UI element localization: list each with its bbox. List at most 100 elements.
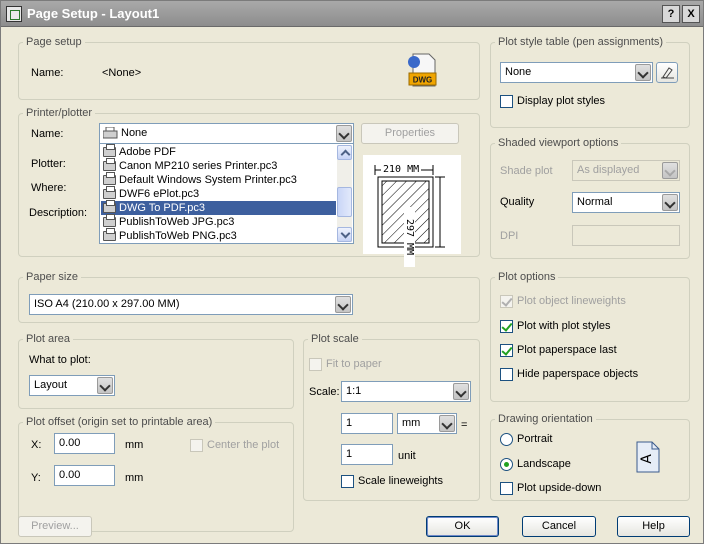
fit-to-paper-label: Fit to paper: [326, 358, 382, 370]
scale-lineweights-label: Scale lineweights: [358, 475, 443, 487]
scale-value: 1:1: [346, 385, 362, 397]
title-bar: Page Setup - Layout1 ? X: [1, 1, 703, 27]
printer-option-6[interactable]: PublishToWeb PNG.pc3: [101, 228, 336, 243]
plot-area-group: [18, 339, 294, 409]
plot-scale-legend: Plot scale: [308, 333, 362, 345]
quality-label: Quality: [500, 196, 535, 208]
shade-plot-dropdown[interactable]: As displayed: [572, 160, 680, 181]
chevron-down-icon[interactable]: [336, 125, 352, 142]
close-titlebar-button[interactable]: X: [682, 5, 700, 23]
edit-plot-style-button[interactable]: [656, 62, 678, 83]
chevron-down-icon[interactable]: [662, 194, 678, 211]
where-label: Where:: [31, 182, 67, 194]
properties-button[interactable]: Properties: [361, 123, 459, 144]
plot-offset-legend: Plot offset (origin set to printable are…: [23, 416, 216, 428]
printer-option-label: PublishToWeb JPG.pc3: [119, 216, 235, 228]
quality-dropdown[interactable]: Normal: [572, 192, 680, 213]
plot-paperspace-last-checkbox[interactable]: [500, 344, 513, 357]
paper-height-label: 297 MM: [404, 207, 415, 267]
printer-option-5[interactable]: PublishToWeb JPG.pc3: [101, 214, 336, 229]
preview-button[interactable]: Preview...: [18, 516, 92, 537]
help-titlebar-button[interactable]: ?: [662, 5, 680, 23]
printer-option-3[interactable]: DWF6 ePlot.pc3: [101, 186, 336, 201]
plot-paperspace-last-label: Plot paperspace last: [517, 344, 617, 356]
scale-unit-dropdown[interactable]: mm: [397, 413, 457, 434]
dpi-input[interactable]: [572, 225, 680, 246]
center-plot-label: Center the plot: [207, 439, 280, 451]
center-plot-checkbox[interactable]: [190, 439, 203, 452]
page-setup-legend: Page setup: [23, 36, 85, 48]
equals-sign: =: [461, 419, 468, 431]
plot-style-dropdown[interactable]: None: [500, 62, 653, 83]
paper-size-legend: Paper size: [23, 271, 81, 283]
page-setup-dialog: Page Setup - Layout1 ? X Page setup Name…: [0, 0, 704, 544]
printer-dropdown-list[interactable]: Adobe PDF Canon MP210 series Printer.pc3…: [99, 143, 354, 244]
paper-width-label: 210 MM: [381, 164, 422, 175]
chevron-down-icon[interactable]: [439, 415, 455, 432]
chevron-down-icon[interactable]: [97, 377, 113, 394]
printer-list-scrollbar[interactable]: [337, 145, 352, 242]
offset-y-input[interactable]: 0.00: [54, 465, 115, 486]
orientation-glyph: A: [638, 454, 655, 464]
plot-object-lineweights-label: Plot object lineweights: [517, 295, 626, 307]
hide-paperspace-objects-label: Hide paperspace objects: [517, 368, 639, 380]
printer-name-dropdown[interactable]: None: [99, 123, 354, 144]
printer-option-1[interactable]: Canon MP210 series Printer.pc3: [101, 158, 336, 173]
display-plot-styles-label: Display plot styles: [517, 95, 606, 107]
printer-option-label: PublishToWeb PNG.pc3: [119, 230, 237, 242]
printer-name-label: Name:: [31, 128, 64, 140]
what-to-plot-value: Layout: [34, 379, 68, 391]
plot-upside-down-label: Plot upside-down: [517, 482, 602, 494]
landscape-radio[interactable]: [500, 458, 513, 471]
printer-option-4[interactable]: DWG To PDF.pc3: [101, 200, 336, 215]
page-setup-name-label: Name:: [31, 67, 64, 79]
shaded-viewport-legend: Shaded viewport options: [495, 137, 622, 149]
offset-x-input[interactable]: 0.00: [54, 433, 115, 454]
printer-icon: [103, 214, 116, 227]
scale-label: Scale:: [309, 386, 340, 398]
printer-icon: [103, 158, 116, 171]
display-plot-styles-checkbox[interactable]: [500, 95, 513, 108]
printer-option-0[interactable]: Adobe PDF: [101, 144, 336, 159]
scroll-thumb[interactable]: [337, 187, 352, 217]
plot-object-lineweights-checkbox[interactable]: [500, 295, 513, 308]
paper-size-dropdown[interactable]: ISO A4 (210.00 x 297.00 MM): [29, 294, 353, 315]
scroll-down-icon[interactable]: [337, 227, 352, 242]
offset-x-label: X:: [31, 439, 42, 451]
offset-x-unit: mm: [125, 439, 144, 451]
plot-with-plot-styles-checkbox[interactable]: [500, 320, 513, 333]
scale-lineweights-checkbox[interactable]: [341, 475, 354, 488]
printer-icon: [103, 200, 116, 213]
printer-option-label: Canon MP210 series Printer.pc3: [119, 160, 278, 172]
pen-edit-icon: [660, 66, 675, 86]
dwg-file-icon: DWG: [405, 53, 437, 87]
portrait-radio[interactable]: [500, 433, 513, 446]
app-icon: [6, 6, 22, 22]
window-title: Page Setup - Layout1: [27, 6, 160, 21]
scroll-up-icon[interactable]: [337, 145, 352, 160]
chevron-down-icon[interactable]: [453, 383, 469, 400]
shade-plot-label: Shade plot: [500, 165, 553, 177]
fit-to-paper-checkbox[interactable]: [309, 358, 322, 371]
chevron-down-icon[interactable]: [662, 162, 678, 179]
cancel-button[interactable]: Cancel: [522, 516, 596, 537]
hide-paperspace-objects-checkbox[interactable]: [500, 368, 513, 381]
help-button[interactable]: Help: [617, 516, 690, 537]
printer-option-label: DWF6 ePlot.pc3: [119, 188, 200, 200]
plot-style-value: None: [505, 66, 532, 78]
offset-y-unit: mm: [125, 472, 144, 484]
scale-value1-input[interactable]: 1: [341, 413, 393, 434]
chevron-down-icon[interactable]: [335, 296, 351, 313]
plot-upside-down-checkbox[interactable]: [500, 482, 513, 495]
ok-button[interactable]: OK: [426, 516, 499, 537]
printer-icon: [102, 126, 118, 139]
scale-dropdown[interactable]: 1:1: [341, 381, 471, 402]
scale-value2-input[interactable]: 1: [341, 444, 393, 465]
what-to-plot-dropdown[interactable]: Layout: [29, 375, 115, 396]
plotter-label: Plotter:: [31, 158, 66, 170]
chevron-down-icon[interactable]: [635, 64, 651, 81]
landscape-label: Landscape: [517, 458, 571, 470]
printer-icon: [103, 228, 116, 241]
printer-option-2[interactable]: Default Windows System Printer.pc3: [101, 172, 336, 187]
shade-plot-value: As displayed: [577, 164, 640, 176]
